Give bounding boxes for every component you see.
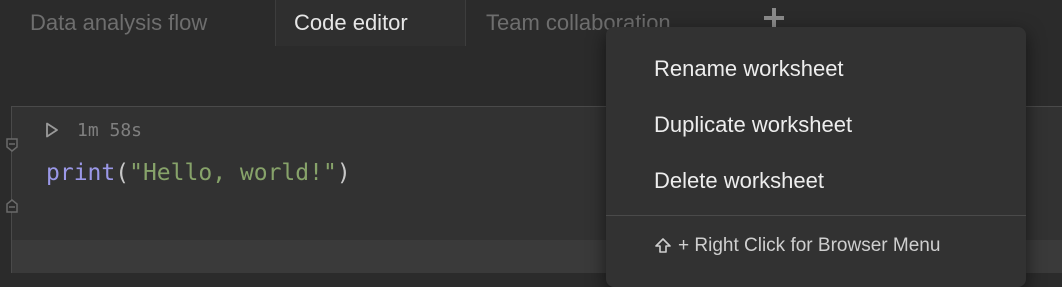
context-menu: Rename worksheet Duplicate worksheet Del… (606, 27, 1026, 287)
code-close-paren: ) (336, 160, 351, 186)
code-string: "Hello, world!" (129, 160, 337, 186)
shift-arrow-icon (655, 238, 671, 253)
tab-code-editor[interactable]: Code editor (275, 0, 466, 46)
run-duration: 1m 58s (77, 120, 143, 141)
fold-marker-top-icon[interactable] (6, 138, 18, 152)
code-line[interactable]: print("Hello, world!") (46, 160, 351, 186)
run-icon[interactable] (45, 122, 59, 138)
menu-item-duplicate-worksheet[interactable]: Duplicate worksheet (654, 112, 852, 138)
browser-menu-hint: + Right Click for Browser Menu (654, 235, 940, 257)
fold-marker-bottom-icon[interactable] (6, 199, 18, 213)
code-open-paren: ( (115, 160, 130, 186)
menu-item-rename-worksheet[interactable]: Rename worksheet (654, 56, 844, 82)
browser-menu-hint-text: + Right Click for Browser Menu (678, 235, 941, 256)
menu-item-delete-worksheet[interactable]: Delete worksheet (654, 168, 824, 194)
menu-separator (606, 215, 1026, 216)
tab-data-analysis-flow[interactable]: Data analysis flow (30, 0, 207, 46)
code-function: print (46, 160, 116, 186)
